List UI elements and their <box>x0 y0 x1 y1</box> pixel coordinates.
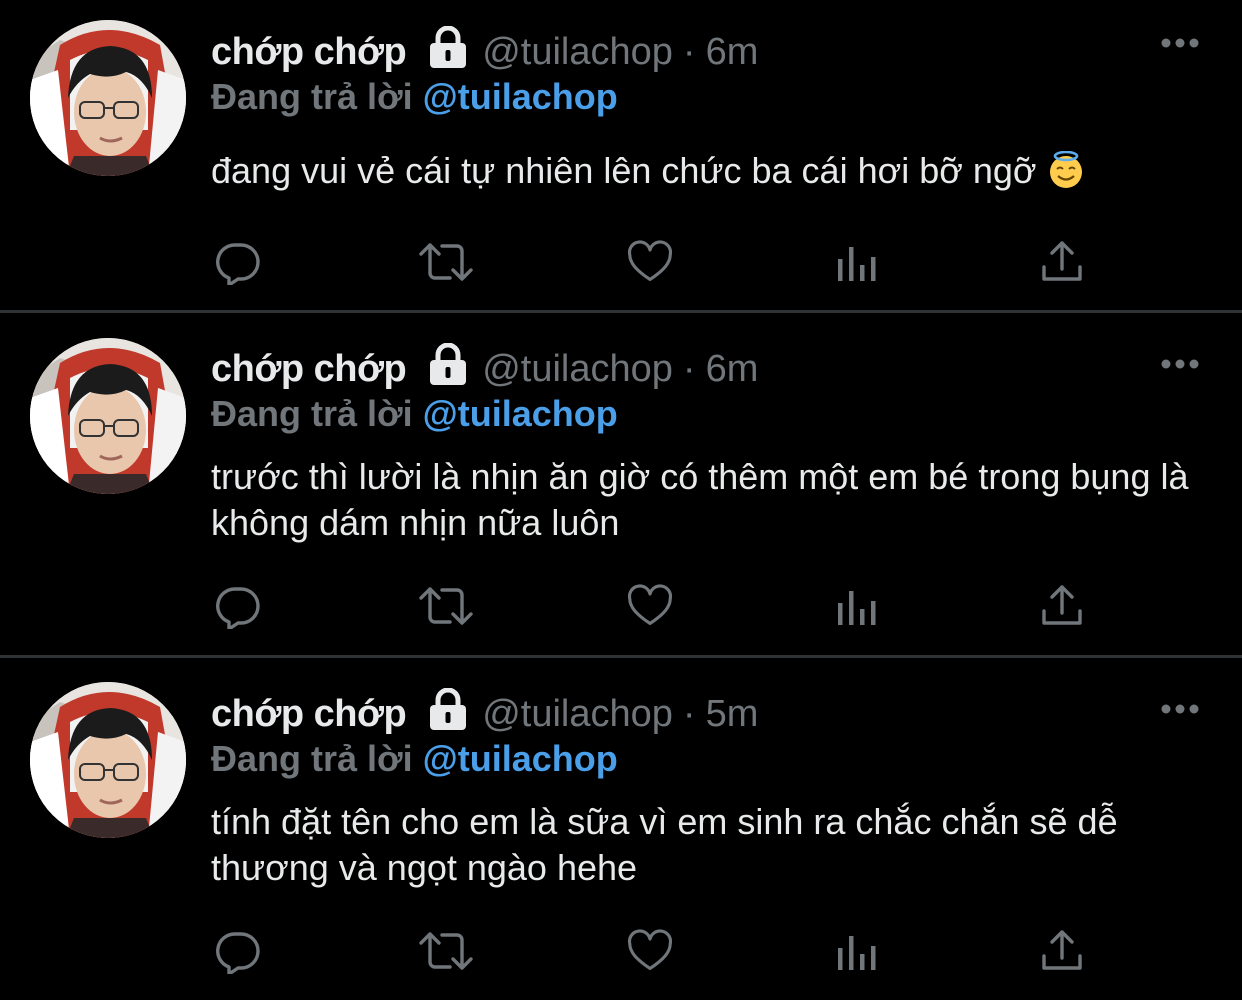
more-icon[interactable] <box>1160 36 1200 50</box>
share-icon <box>1039 239 1085 285</box>
display-name[interactable]: chớp chớp <box>211 31 407 74</box>
tweet-text-content: đang vui vẻ cái tự nhiên lên chức ba cái… <box>211 150 1037 191</box>
like-icon <box>627 928 673 974</box>
tweet-text: trước thì lười là nhịn ăn giờ có thêm mộ… <box>211 454 1191 546</box>
retweet-button[interactable] <box>417 581 475 631</box>
share-button[interactable] <box>1037 237 1087 287</box>
views-button[interactable] <box>833 926 883 976</box>
handle[interactable]: @tuilachop <box>482 348 673 391</box>
lock-icon <box>428 26 468 70</box>
reply-icon <box>215 583 261 629</box>
avatar[interactable] <box>30 338 186 494</box>
reply-mention-link[interactable]: @tuilachop <box>423 76 618 117</box>
separator-dot: · <box>682 30 696 73</box>
timestamp[interactable]: 6m <box>706 348 759 391</box>
views-icon <box>835 583 881 629</box>
more-icon[interactable] <box>1160 357 1200 371</box>
share-button[interactable] <box>1037 581 1087 631</box>
reply-icon <box>215 239 261 285</box>
like-button[interactable] <box>625 237 675 287</box>
views-icon <box>835 239 881 285</box>
views-button[interactable] <box>833 581 883 631</box>
separator-dot: · <box>682 347 696 390</box>
timestamp[interactable]: 5m <box>706 693 759 736</box>
tweet-text-content: tính đặt tên cho em là sữa vì em sinh ra… <box>211 801 1118 888</box>
tweet-header: chớp chớp @tuilachop · 6m <box>211 28 758 76</box>
views-button[interactable] <box>833 237 883 287</box>
lock-icon <box>428 343 468 387</box>
tweet[interactable]: chớp chớp @tuilachop · 6m Đang trả lời @… <box>0 0 1242 310</box>
tweet[interactable]: chớp chớp @tuilachop · 5m Đang trả lời @… <box>0 658 1242 1000</box>
action-bar <box>211 581 1081 631</box>
reply-icon <box>215 928 261 974</box>
tweet-text: tính đặt tên cho em là sữa vì em sinh ra… <box>211 799 1201 891</box>
retweet-icon <box>418 928 474 974</box>
share-button[interactable] <box>1037 926 1087 976</box>
tweet-header: chớp chớp @tuilachop · 5m <box>211 690 758 738</box>
action-bar <box>211 237 1081 287</box>
retweet-icon <box>418 239 474 285</box>
replying-to: Đang trả lời @tuilachop <box>211 393 618 435</box>
avatar[interactable] <box>30 20 186 176</box>
reply-mention-link[interactable]: @tuilachop <box>423 393 618 434</box>
reply-prefix: Đang trả lời <box>211 393 413 434</box>
like-button[interactable] <box>625 581 675 631</box>
display-name[interactable]: chớp chớp <box>211 348 407 391</box>
separator-dot: · <box>682 692 696 735</box>
reply-button[interactable] <box>213 581 263 631</box>
lock-icon <box>428 688 468 732</box>
timeline: chớp chớp @tuilachop · 6m Đang trả lời @… <box>0 0 1242 1000</box>
replying-to: Đang trả lời @tuilachop <box>211 76 618 118</box>
share-icon <box>1039 583 1085 629</box>
reply-button[interactable] <box>213 926 263 976</box>
reply-prefix: Đang trả lời <box>211 76 413 117</box>
avatar[interactable] <box>30 682 186 838</box>
views-icon <box>835 928 881 974</box>
like-button[interactable] <box>625 926 675 976</box>
share-icon <box>1039 928 1085 974</box>
timestamp[interactable]: 6m <box>706 31 759 74</box>
replying-to: Đang trả lời @tuilachop <box>211 738 618 780</box>
reply-prefix: Đang trả lời <box>211 738 413 779</box>
retweet-button[interactable] <box>417 237 475 287</box>
like-icon <box>627 239 673 285</box>
retweet-icon <box>418 583 474 629</box>
retweet-button[interactable] <box>417 926 475 976</box>
tweet-text: đang vui vẻ cái tự nhiên lên chức ba cái… <box>211 148 1201 194</box>
smiling-face-with-halo-icon <box>1047 151 1085 189</box>
action-bar <box>211 926 1081 976</box>
tweet-text-content: trước thì lười là nhịn ăn giờ có thêm mộ… <box>211 456 1189 543</box>
handle[interactable]: @tuilachop <box>482 31 673 74</box>
display-name[interactable]: chớp chớp <box>211 693 407 736</box>
handle[interactable]: @tuilachop <box>482 693 673 736</box>
more-icon[interactable] <box>1160 702 1200 716</box>
reply-mention-link[interactable]: @tuilachop <box>423 738 618 779</box>
like-icon <box>627 583 673 629</box>
reply-button[interactable] <box>213 237 263 287</box>
tweet[interactable]: chớp chớp @tuilachop · 6m Đang trả lời @… <box>0 313 1242 655</box>
tweet-header: chớp chớp @tuilachop · 6m <box>211 345 758 393</box>
